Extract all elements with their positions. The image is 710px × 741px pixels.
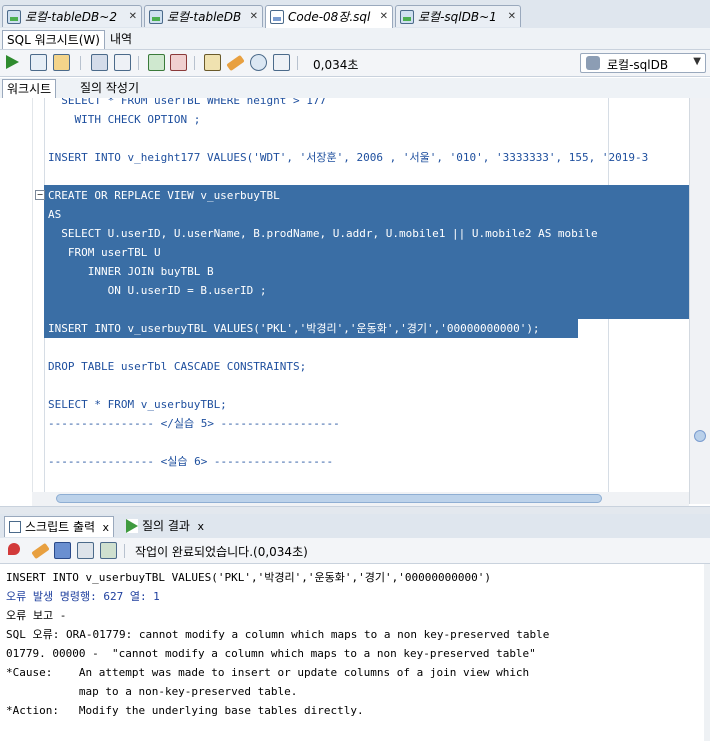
script-output-pane[interactable]: INSERT INTO v_userbuyTBL VALUES('PKL','박… [0, 564, 710, 741]
db-connection-icon [7, 10, 21, 24]
output-line: INSERT INTO v_userbuyTBL VALUES('PKL','박… [6, 571, 491, 584]
code-line: SELECT * FROM userTBL WHERE height > 177 [48, 98, 327, 107]
tab-worksheet[interactable]: 워크시트 [2, 79, 57, 98]
tab-label: 질의 결과 [142, 519, 190, 533]
scroll-thumb[interactable] [56, 494, 602, 503]
query-result-icon [126, 519, 138, 533]
commit-transaction-icon[interactable] [148, 54, 165, 71]
code-line: AS [48, 208, 62, 221]
code-line: INSERT INTO v_height177 VALUES('WDT', '서… [48, 151, 649, 164]
output-status: 작업이 완료되었습니다.(0,034초) [135, 545, 308, 559]
code-line: INNER JOIN buyTBL B [48, 265, 214, 278]
output-tab-bar: 스크립트 출력 x 질의 결과 x [0, 514, 710, 539]
output-line: *Action: Modify the underlying base tabl… [6, 704, 364, 717]
eraser-icon[interactable] [226, 54, 245, 72]
save-icon[interactable] [54, 542, 71, 559]
doc-tab-tabledb-2[interactable]: 로컬-tableDB~2 ✕ [2, 5, 142, 27]
sql-file-icon [270, 10, 284, 24]
pin-icon[interactable] [8, 543, 20, 555]
output-vertical-scrollbar[interactable] [704, 564, 710, 741]
execution-time: 0,034초 [313, 58, 359, 72]
editor-vertical-scrollbar[interactable] [689, 98, 710, 504]
run-statement-icon[interactable] [6, 55, 19, 69]
rollback-icon[interactable] [170, 54, 187, 71]
tab-query-result[interactable]: 질의 결과 x [122, 516, 208, 537]
code-line: SELECT U.userID, U.userName, B.prodName,… [48, 227, 598, 240]
chevron-down-icon: ▼ [693, 56, 701, 67]
output-line: SQL 오류: ORA-01779: cannot modify a colum… [6, 628, 550, 641]
code-line: ON U.userID = B.userID ; [48, 284, 267, 297]
run-script-icon[interactable] [30, 54, 47, 71]
editor-horizontal-scrollbar[interactable] [32, 492, 689, 506]
scroll-thumb[interactable] [694, 430, 706, 442]
output-line: map to a non-key-preserved table. [6, 685, 298, 698]
commit-icon[interactable] [53, 54, 70, 71]
autotrace-icon[interactable] [114, 54, 131, 71]
code-line: ---------------- <실습 6> ----------------… [48, 455, 334, 468]
script-output-icon [9, 521, 21, 533]
format-icon[interactable] [273, 54, 290, 71]
database-icon [586, 56, 600, 70]
toolbar-separator [138, 56, 139, 70]
doc-tab-label: Code-08장.sql [288, 10, 371, 24]
editor-gutter [0, 98, 33, 504]
output-line: 01779. 00000 - "cannot modify a column w… [6, 647, 536, 660]
eraser-icon[interactable] [31, 542, 50, 560]
code-line: INSERT INTO v_userbuyTBL VALUES('PKL','박… [48, 322, 540, 335]
export-icon[interactable] [100, 542, 117, 559]
code-line: FROM userTBL U [48, 246, 161, 259]
output-line: 오류 보고 - [6, 609, 67, 622]
doc-tab-code-sql[interactable]: Code-08장.sql ✕ [265, 5, 393, 29]
doc-tab-label: 로컬-tableDB~2 [25, 10, 117, 24]
close-icon[interactable]: x [103, 517, 110, 538]
db-connection-icon [400, 10, 414, 24]
toolbar-separator [124, 544, 125, 558]
document-tab-bar: 로컬-tableDB~2 ✕ 로컬-tableDB ✕ Code-08장.sql… [0, 0, 710, 29]
doc-tab-tabledb[interactable]: 로컬-tableDB ✕ [144, 5, 263, 27]
fold-collapse-icon[interactable]: − [35, 190, 45, 200]
code-line: WITH CHECK OPTION ; [48, 113, 201, 126]
db-connection-icon [149, 10, 163, 24]
code-line: DROP TABLE userTbl CASCADE CONSTRAINTS; [48, 360, 307, 373]
doc-tab-label: 로컬-sqlDB~1 [418, 10, 497, 24]
toolbar-separator [80, 56, 81, 70]
code-line: CREATE OR REPLACE VIEW v_userbuyTBL [48, 189, 280, 202]
toolbar-separator [297, 56, 298, 70]
tab-sql-worksheet[interactable]: SQL 워크시트(W) [2, 30, 105, 49]
toolbar-separator [194, 56, 195, 70]
worksheet-mode-tabs: SQL 워크시트(W) 내역 [0, 28, 710, 50]
doc-tab-sqldb-1[interactable]: 로컬-sqlDB~1 ✕ [395, 5, 521, 27]
code-line: ---------------- </실습 5> ---------------… [48, 417, 340, 430]
code-line: SELECT * FROM v_userbuyTBL; [48, 398, 227, 411]
history-icon[interactable] [250, 54, 267, 71]
doc-tab-label: 로컬-tableDB [167, 10, 242, 24]
tab-script-output[interactable]: 스크립트 출력 x [4, 516, 115, 538]
close-icon[interactable]: x [197, 516, 204, 537]
tab-history[interactable]: 내역 [106, 30, 136, 48]
close-icon[interactable]: ✕ [129, 6, 137, 28]
close-icon[interactable]: ✕ [508, 6, 516, 28]
worksheet-toolbar: 0,034초 로컬-sqlDB ▼ [0, 50, 710, 77]
sql-editor[interactable]: − SELECT * FROM userTBL WHERE height > 1… [0, 98, 710, 504]
print-icon[interactable] [77, 542, 94, 559]
output-line: 오류 발생 명령행: 627 열: 1 [6, 590, 160, 603]
output-toolbar: 작업이 완료되었습니다.(0,034초) [0, 538, 710, 564]
output-line: *Cause: An attempt was made to insert or… [6, 666, 530, 679]
editor-view-tabs: 워크시트 질의 작성기 [0, 78, 710, 99]
tab-label: 스크립트 출력 [25, 520, 96, 534]
tab-query-builder[interactable]: 질의 작성기 [76, 79, 143, 97]
sql-tuning-icon[interactable] [204, 54, 221, 71]
connection-select[interactable]: 로컬-sqlDB ▼ [580, 53, 706, 73]
close-icon[interactable]: ✕ [250, 6, 258, 28]
connection-label: 로컬-sqlDB [607, 58, 669, 72]
close-icon[interactable]: ✕ [380, 6, 388, 28]
explain-plan-icon[interactable] [91, 54, 108, 71]
